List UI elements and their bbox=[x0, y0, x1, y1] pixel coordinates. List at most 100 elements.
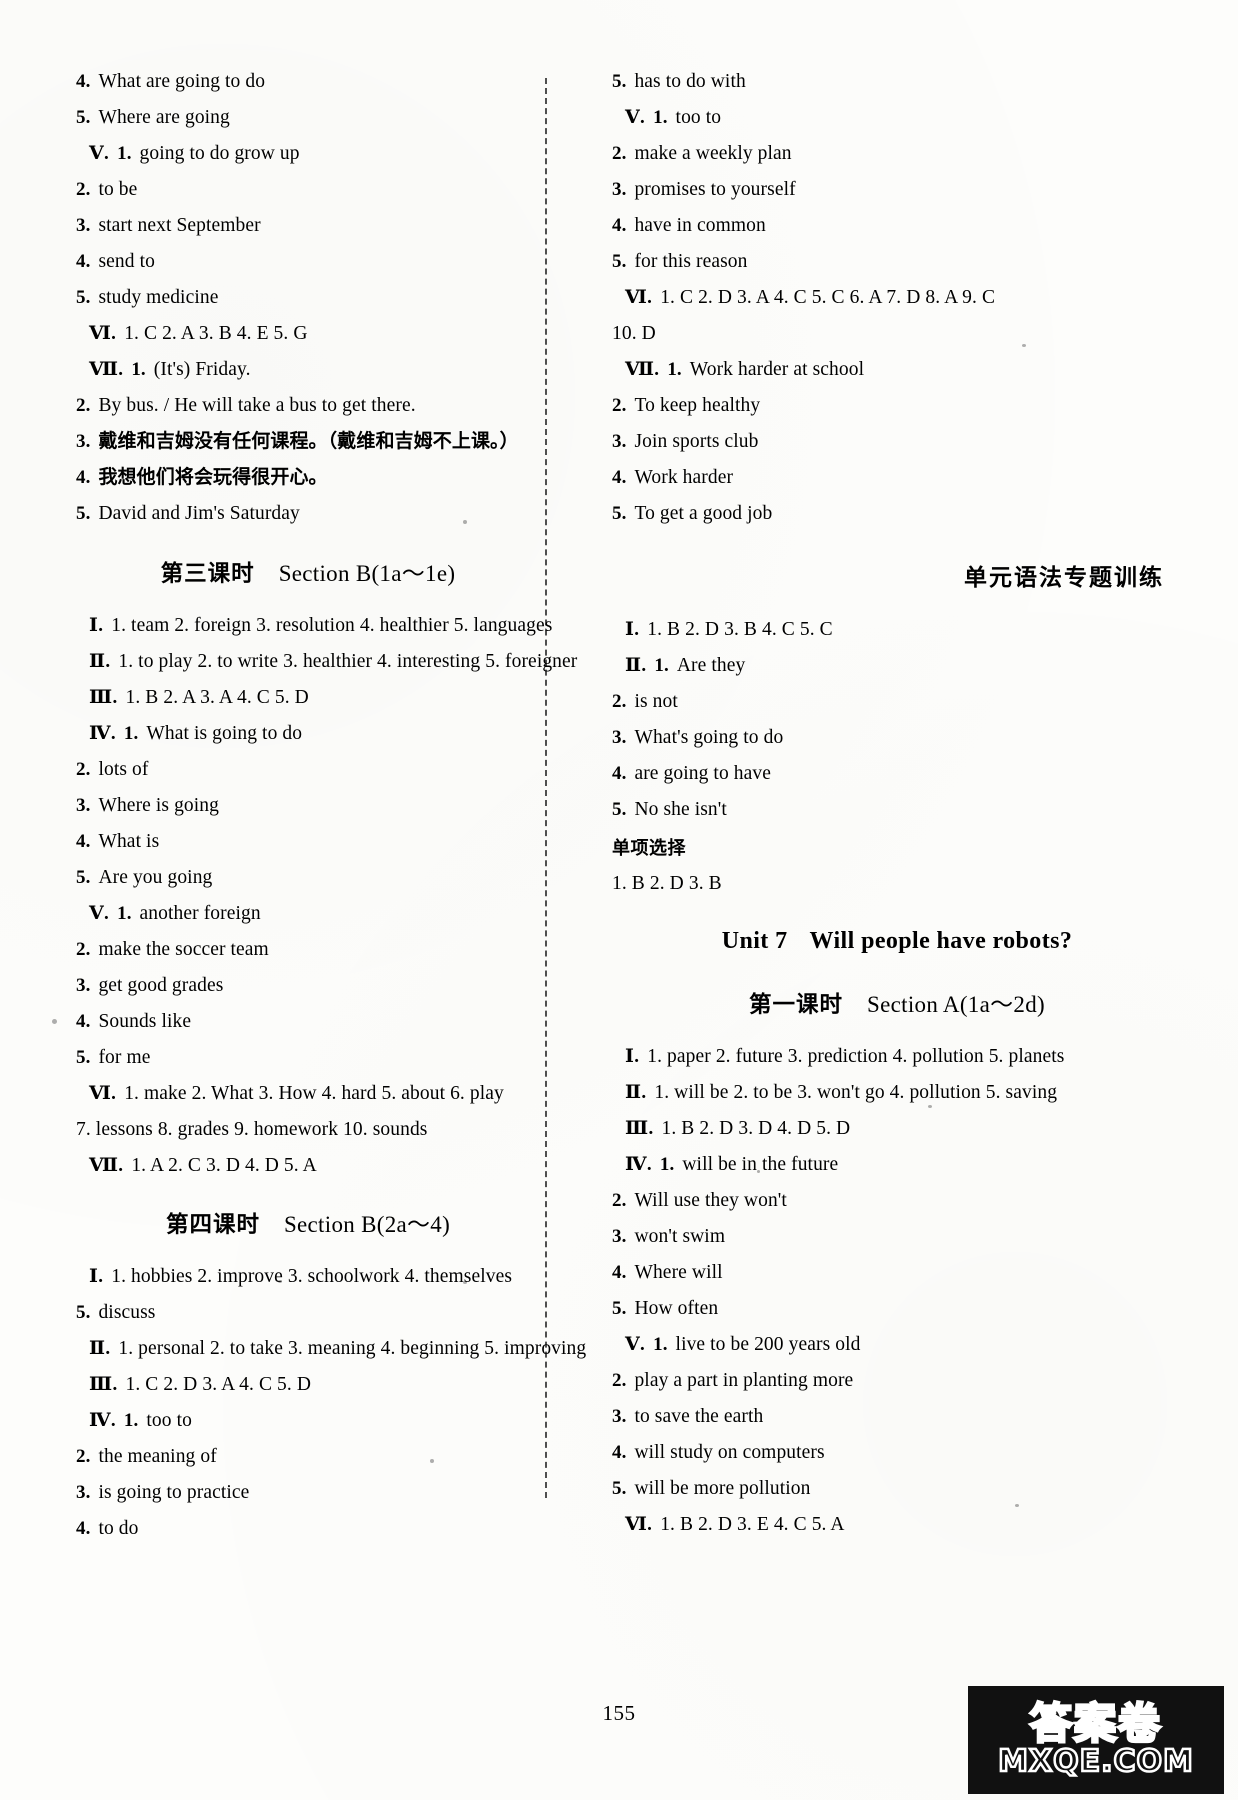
item-number: 4. bbox=[76, 251, 91, 272]
roman-group-label: Ⅶ. bbox=[89, 359, 124, 380]
item-answer: 1. A 2. C 3. D 4. D 5. A bbox=[131, 1154, 317, 1176]
item-answer: Are they bbox=[676, 654, 746, 676]
item-answer: To keep healthy bbox=[634, 395, 761, 416]
answer-line: Ⅳ. 1. will be in the future bbox=[612, 1153, 1182, 1175]
roman-group-label: Ⅲ. bbox=[89, 686, 118, 708]
answer-key-page: 4. What are going to do 5. Where are going… bbox=[0, 0, 1238, 1800]
answer-line: 2. make the soccer team bbox=[76, 938, 540, 960]
item-answer: Will use they won't bbox=[634, 1189, 787, 1211]
answer-line: Ⅲ. 1. C 2. D 3. A 4. C 5. D bbox=[76, 1375, 540, 1395]
answer-line: 3. start next September bbox=[76, 216, 540, 236]
grammar-heading-chinese: 单元语法专题训练 bbox=[964, 564, 1164, 591]
answer-line: 10. D bbox=[612, 324, 1182, 344]
unit-label: Unit 7 bbox=[721, 927, 788, 954]
left-top-block: 4. What are going to do 5. Where are going… bbox=[76, 72, 540, 524]
roman-group-label: Ⅴ. bbox=[89, 902, 110, 924]
answer-line: Ⅳ. 1. What is going to do bbox=[76, 722, 540, 744]
answer-line: Ⅱ. 1. personal 2. to take 3. meaning 4. b… bbox=[76, 1338, 586, 1359]
item-answer: is going to practice bbox=[98, 1482, 250, 1503]
item-number: 1. bbox=[131, 359, 146, 380]
answer-line: Ⅱ. 1. to play 2. to write 3. healthier 4.… bbox=[76, 650, 577, 672]
item-number: 2. bbox=[76, 758, 91, 780]
answer-line: 4. Sounds like bbox=[76, 1010, 540, 1032]
item-answer: Work harder at school bbox=[689, 359, 865, 380]
watermark-url-text: MXQE.COM bbox=[997, 1744, 1194, 1779]
item-number: 3. bbox=[612, 431, 627, 452]
answer-line: Ⅶ. 1. Work harder at school bbox=[612, 360, 1182, 380]
answer-line: Ⅵ. 1. C 2. D 3. A 4. C 5. C 6. A 7. D 8. … bbox=[612, 288, 1182, 308]
item-answer: Are you going bbox=[98, 866, 213, 888]
roman-group-label: Ⅳ. bbox=[89, 1410, 116, 1431]
item-answer: 1. hobbies 2. improve 3. schoolwork 4. t… bbox=[111, 1266, 513, 1287]
left-column: 4. What are going to do 5. Where are going… bbox=[0, 72, 586, 1539]
item-answer: Join sports club bbox=[634, 431, 759, 452]
roman-group-label: Ⅱ. bbox=[89, 1338, 111, 1359]
item-answer: study medicine bbox=[98, 287, 219, 308]
section-heading-chinese: 第三课时 bbox=[160, 560, 255, 587]
answer-line: 4. have in common bbox=[612, 216, 1182, 236]
item-number: 5. bbox=[612, 1477, 627, 1499]
answer-line: 5. Where are going bbox=[76, 108, 540, 128]
watermark-chinese-text: 答案卷 bbox=[1028, 1699, 1162, 1748]
answer-line: 3. promises to yourself bbox=[612, 180, 1182, 200]
answer-line: Ⅲ. 1. B 2. D 3. D 4. D 5. D bbox=[612, 1118, 1182, 1139]
item-answer: get good grades bbox=[98, 974, 224, 996]
item-answer: play a part in planting more bbox=[634, 1369, 854, 1391]
item-number: 4. bbox=[76, 1518, 91, 1539]
answer-line: Ⅴ. 1. another foreign bbox=[76, 902, 540, 924]
section-heading-lesson-3: 第三课时 Section B(1a～1e) bbox=[76, 554, 540, 588]
answer-line: Ⅰ. 1. team 2. foreign 3. resolution 4. he… bbox=[76, 615, 552, 636]
item-number: 2. bbox=[76, 938, 91, 960]
answer-line: 4. What are going to do bbox=[76, 72, 540, 92]
item-number: 3. bbox=[612, 726, 627, 748]
item-number: 1. bbox=[654, 654, 669, 676]
answer-line-chinese: 3. 戴维和吉姆没有任何课程。（戴维和吉姆不上课。） bbox=[76, 432, 540, 452]
item-number: 1. bbox=[123, 722, 139, 744]
item-number: 1. bbox=[123, 1410, 139, 1431]
roman-group-label: Ⅱ. bbox=[89, 650, 111, 672]
answer-line: 5. study medicine bbox=[76, 288, 540, 308]
column-gutter bbox=[556, 72, 572, 1502]
answer-line: Ⅲ. 1. B 2. A 3. A 4. C 5. D bbox=[76, 686, 540, 708]
answer-line: 4. will study on computers bbox=[612, 1441, 1182, 1463]
item-number: 4. bbox=[612, 1441, 627, 1463]
item-answer: will be more pollution bbox=[634, 1477, 811, 1499]
answer-line: 4. are going to have bbox=[612, 763, 1182, 784]
answer-line: 5. No she isn't bbox=[612, 799, 1182, 820]
grammar-answers: Ⅰ. 1. B 2. D 3. B 4. C 5. C Ⅱ. 1. Are they … bbox=[612, 619, 1182, 894]
item-answer: How often bbox=[634, 1297, 719, 1319]
answer-line: 5. To get a good job bbox=[612, 504, 1182, 524]
item-answer: 1. B 2. D 3. B bbox=[612, 873, 722, 894]
item-number: 4. bbox=[612, 215, 627, 236]
roman-group-label: Ⅱ. bbox=[625, 1081, 647, 1103]
item-answer: What is going to do bbox=[146, 722, 303, 744]
item-number: 5. bbox=[612, 503, 627, 524]
answer-line: Ⅴ. 1. live to be 200 years old bbox=[612, 1333, 1182, 1355]
answer-line: 5. Are you going bbox=[76, 866, 540, 888]
item-number: 2. bbox=[76, 395, 91, 416]
item-number: 4. bbox=[76, 1010, 91, 1032]
item-number: 2. bbox=[76, 1446, 91, 1467]
item-answer: 1. paper 2. future 3. prediction 4. poll… bbox=[647, 1045, 1065, 1067]
section-heading-lesson-4: 第四课时 Section B(2a～4) bbox=[76, 1205, 540, 1239]
answer-line: 5. David and Jim's Saturday bbox=[76, 504, 540, 524]
answer-line: Ⅰ. 1. paper 2. future 3. prediction 4. po… bbox=[612, 1045, 1182, 1067]
item-number: 1. bbox=[117, 902, 132, 924]
item-number: 1. bbox=[659, 1153, 675, 1175]
answer-line: Ⅵ. 1. make 2. What 3. How 4. hard 5. abou… bbox=[76, 1083, 540, 1104]
item-number: 2. bbox=[612, 1189, 627, 1211]
item-answer: send to bbox=[98, 251, 155, 272]
item-answer: to do bbox=[98, 1518, 139, 1539]
roman-group-label: Ⅶ. bbox=[625, 359, 660, 380]
answer-line: 3. is going to practice bbox=[76, 1483, 540, 1503]
answer-line: 5. discuss bbox=[76, 1303, 540, 1323]
item-answer: Work harder bbox=[634, 467, 734, 488]
roman-group-label: Ⅴ. bbox=[625, 1333, 646, 1355]
item-answer: too to bbox=[675, 107, 722, 128]
answer-line: 7. lessons 8. grades 9. homework 10. sou… bbox=[76, 1119, 540, 1140]
item-answer: has to do with bbox=[634, 71, 746, 92]
answer-line: 2. the meaning of bbox=[76, 1447, 540, 1467]
item-answer: By bus. / He will take a bus to get ther… bbox=[98, 395, 416, 416]
item-number: 2. bbox=[76, 179, 91, 200]
roman-group-label: Ⅲ. bbox=[89, 1374, 118, 1395]
